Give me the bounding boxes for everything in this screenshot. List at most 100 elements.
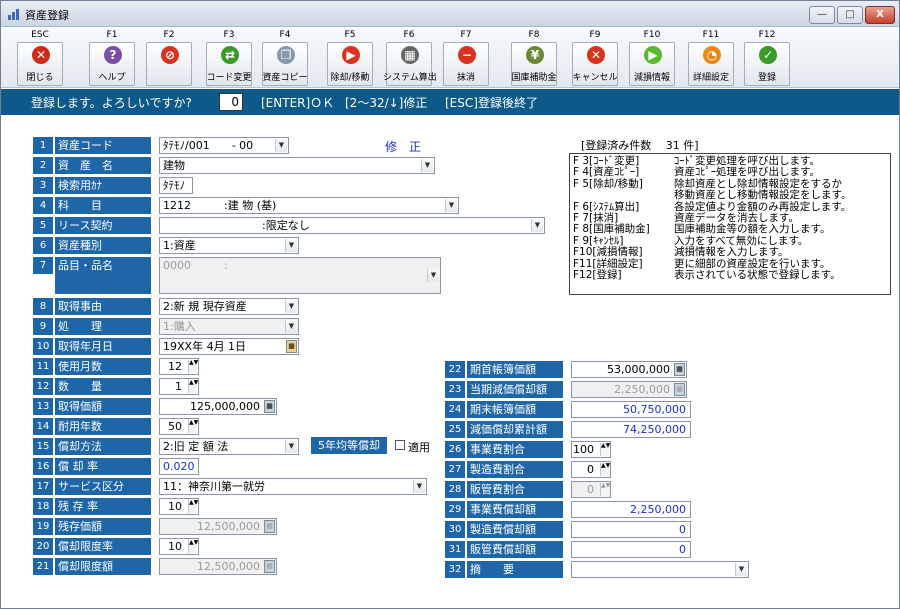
fkey-f7-button[interactable]: F7 − 抹消 — [440, 29, 492, 87]
chevron-down-icon[interactable]: ▼ — [445, 199, 457, 212]
fkey-box[interactable]: ▶ 除却/移動 — [327, 42, 373, 86]
field-input[interactable]: 1 ▲▼ — [159, 378, 199, 395]
chevron-down-icon[interactable]: ▼ — [285, 440, 297, 453]
spinner-icon[interactable]: ▲▼ — [188, 360, 198, 373]
chevron-down-icon[interactable]: ▼ — [427, 269, 439, 282]
field-input[interactable]: 0 ▲▼ — [571, 461, 611, 478]
fkey-f8-button[interactable]: F8 ¥ 国庫補助金 — [508, 29, 560, 87]
fkey-box[interactable]: ✕ キャンセル — [572, 42, 618, 86]
fkey-f10-button[interactable]: F10 ▶ 減損情報 — [626, 29, 678, 87]
field-input[interactable]: 建物 ▼ — [159, 157, 435, 174]
fkey-f5-button[interactable]: F5 ▶ 除却/移動 — [324, 29, 376, 87]
fkey-box[interactable]: ▶ 減損情報 — [629, 42, 675, 86]
calendar-icon[interactable]: ▦ — [286, 340, 297, 353]
fkey-box[interactable]: ¥ 国庫補助金 — [511, 42, 557, 86]
field-input[interactable]: 2:旧 定 額 法 ▼ — [159, 438, 299, 455]
fkey-code: F6 — [403, 30, 415, 40]
field-input[interactable]: 50 ▲▼ — [159, 418, 199, 435]
field-value: 12,500,000 — [197, 560, 260, 573]
field-input[interactable]: 100 ▲▼ — [571, 441, 611, 458]
spinner-icon[interactable]: ▲▼ — [188, 500, 198, 513]
field-input[interactable]: ﾀﾃﾓﾉ — [159, 177, 193, 194]
field-input[interactable]: 74,250,000 — [571, 421, 691, 438]
fkey-f3-button[interactable]: F3 ⇄ コード変更 — [203, 29, 255, 87]
chevron-down-icon[interactable]: ▼ — [275, 139, 287, 152]
field-input[interactable]: :限定なし ▼ — [159, 217, 545, 234]
close-button[interactable]: X — [865, 6, 895, 24]
fkey-box[interactable]: ⊘ — [146, 42, 192, 86]
fkey-box[interactable]: ▦ システム算出 — [383, 42, 437, 86]
chevron-down-icon[interactable]: ▼ — [285, 320, 297, 333]
fkey-box[interactable]: ❐ 資産コピー — [262, 42, 308, 86]
chevron-down-icon[interactable]: ▼ — [421, 159, 433, 172]
field-input[interactable]: 12,500,000 ▦ — [159, 518, 277, 535]
field-input[interactable]: 10 ▲▼ — [159, 538, 199, 555]
chevron-down-icon[interactable]: ▼ — [735, 563, 747, 576]
spinner-icon[interactable]: ▲▼ — [188, 540, 198, 553]
spinner-icon[interactable]: ▲▼ — [600, 463, 610, 476]
calculator-icon[interactable]: ▦ — [264, 560, 275, 573]
field-label: 品目・品名 — [55, 257, 151, 294]
field-input[interactable]: 53,000,000 ▦ — [571, 361, 687, 378]
fkey-f1-button[interactable]: F1? ヘルプ — [86, 29, 138, 87]
calculator-icon[interactable]: ▦ — [674, 363, 685, 376]
field-input[interactable]: 0 ▲▼ — [571, 481, 611, 498]
calculator-icon[interactable]: ▦ — [674, 383, 685, 396]
function-help-panel: F 3[ｺｰﾄﾞ変更] ｺｰﾄﾞ変更処理を呼び出します。 F 4[資産ｺﾋﾟｰ] 資産… — [569, 153, 891, 295]
field-input[interactable]: 0 — [571, 521, 691, 538]
chevron-down-icon[interactable]: ▼ — [285, 239, 297, 252]
field-input[interactable]: 12 ▲▼ — [159, 358, 199, 375]
fkey-box[interactable]: ✓ 登録 — [744, 42, 790, 86]
fkey-box[interactable]: ? ヘルプ — [89, 42, 135, 86]
field-label: 使用月数 — [55, 358, 151, 375]
spinner-icon[interactable]: ▲▼ — [600, 483, 610, 496]
fkey-esc-button[interactable]: ESC ✕ 閉じる — [14, 29, 66, 87]
field-input[interactable]: 2,250,000 ▦ — [571, 381, 687, 398]
field-input[interactable]: 2:新 規 現存資産 ▼ — [159, 298, 299, 315]
apply-checkbox[interactable] — [395, 440, 405, 450]
field-input[interactable]: 2,250,000 — [571, 501, 691, 518]
fkey-f4-button[interactable]: F4 ❐ 資産コピー — [259, 29, 311, 87]
field-input[interactable]: ▼ — [571, 561, 749, 578]
fkey-f6-button[interactable]: F6 ▦ システム算出 — [383, 29, 437, 87]
fkey-f12-button[interactable]: F12 ✓ 登録 — [741, 29, 793, 87]
field-input[interactable]: 12,500,000 ▦ — [159, 558, 277, 575]
spinner-icon[interactable]: ▲▼ — [188, 420, 198, 433]
field-input[interactable]: 125,000,000 ▦ — [159, 398, 277, 415]
minimize-button[interactable]: — — [809, 6, 835, 24]
field-input[interactable]: 10 ▲▼ — [159, 498, 199, 515]
chevron-down-icon[interactable]: ▼ — [531, 219, 543, 232]
maximize-button[interactable]: □ — [837, 6, 863, 24]
exit-icon: ✕ — [32, 46, 50, 64]
fkey-box[interactable]: ⇄ コード変更 — [206, 42, 252, 86]
field-input[interactable]: 1:資産 ▼ — [159, 237, 299, 254]
five-year-button[interactable]: 5年均等償却 — [311, 437, 387, 454]
field-input[interactable]: 19XX年 4月 1日 ▦ — [159, 338, 299, 355]
spinner-icon[interactable]: ▲▼ — [188, 380, 198, 393]
field-input[interactable]: 1212 :建 物 (基) ▼ — [159, 197, 459, 214]
fkey-f2-button[interactable]: F2 ⊘ — [143, 29, 195, 87]
field-input[interactable]: 50,750,000 — [571, 401, 691, 418]
chevron-down-icon[interactable]: ▼ — [285, 300, 297, 313]
field-value: 2:新 規 現存資産 — [163, 300, 247, 313]
chevron-down-icon[interactable]: ▼ — [413, 480, 425, 493]
fkey-code: F2 — [163, 30, 175, 40]
calculator-icon[interactable]: ▦ — [264, 520, 275, 533]
field-input[interactable]: 0 — [571, 541, 691, 558]
field-input[interactable]: 0.020 — [159, 458, 199, 475]
fkey-box[interactable]: ◔ 詳細設定 — [688, 42, 734, 86]
calculator-icon[interactable]: ▦ — [264, 400, 275, 413]
field-input[interactable]: ﾀﾃﾓﾉ/001 - 00 ▼ — [159, 137, 289, 154]
fkey-box[interactable]: ✕ 閉じる — [17, 42, 63, 86]
fkey-label: 資産コピー — [262, 73, 308, 83]
fkey-box[interactable]: − 抹消 — [443, 42, 489, 86]
field-input[interactable]: 1:購入 ▼ — [159, 318, 299, 335]
spinner-icon[interactable]: ▲▼ — [600, 443, 610, 456]
fkey-f11-button[interactable]: F11 ◔ 詳細設定 — [685, 29, 737, 87]
field-value: 53,000,000 — [607, 363, 670, 376]
confirm-input[interactable]: 0 — [219, 93, 243, 111]
field-input[interactable]: 11：神奈川第一就労 ▼ — [159, 478, 427, 495]
fkey-f9-button[interactable]: F9 ✕ キャンセル — [569, 29, 621, 87]
fkey-label: 詳細設定 — [692, 73, 729, 83]
field-input[interactable]: 0000 : ▼ — [159, 257, 441, 294]
